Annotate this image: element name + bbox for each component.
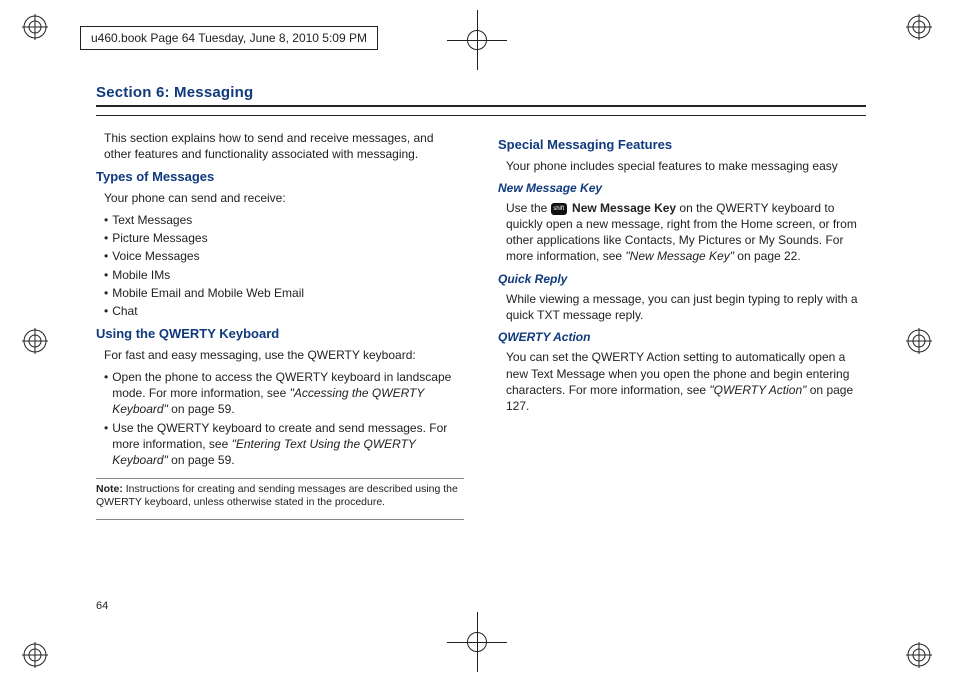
quick-reply-paragraph: While viewing a message, you can just be… — [506, 291, 866, 323]
new-message-key-paragraph: Use the shift New Message Key on the QWE… — [506, 200, 866, 265]
page-number: 64 — [96, 600, 108, 612]
bullet-icon: • — [104, 248, 108, 264]
shift-key-icon: shift — [551, 203, 567, 215]
registration-mark-bottom-right — [906, 642, 932, 668]
registration-mark-top-left — [22, 14, 48, 40]
registration-mark-mid-left — [22, 328, 48, 354]
types-intro: Your phone can send and receive: — [104, 190, 464, 206]
crosshair-bottom — [447, 612, 507, 672]
heading-special-messaging: Special Messaging Features — [498, 136, 866, 154]
cross-reference: "QWERTY Action" — [709, 383, 806, 397]
list-item-label: Voice Messages — [112, 248, 199, 264]
content-area: Section 6: Messaging This section explai… — [96, 84, 866, 524]
registration-mark-bottom-left — [22, 642, 48, 668]
note-block: Note: Instructions for creating and send… — [96, 483, 464, 509]
pdf-header-text: u460.book Page 64 Tuesday, June 8, 2010 … — [91, 31, 367, 45]
heading-new-message-key: New Message Key — [498, 180, 866, 196]
heading-using-qwerty: Using the QWERTY Keyboard — [96, 325, 464, 343]
pdf-header-box: u460.book Page 64 Tuesday, June 8, 2010 … — [80, 26, 378, 50]
rule-thin — [96, 115, 866, 116]
list-item: •Voice Messages — [104, 248, 464, 264]
list-item: •Picture Messages — [104, 230, 464, 246]
heading-qwerty-action: QWERTY Action — [498, 329, 866, 345]
list-item: •Text Messages — [104, 212, 464, 228]
heading-types-of-messages: Types of Messages — [96, 168, 464, 186]
bullet-icon: • — [104, 212, 108, 228]
special-intro: Your phone includes special features to … — [506, 158, 866, 174]
crosshair-top — [447, 10, 507, 70]
bullet-icon: • — [104, 285, 108, 301]
registration-mark-top-right — [906, 14, 932, 40]
columns: This section explains how to send and re… — [96, 130, 866, 524]
note-rule-top — [96, 478, 464, 479]
qwerty-intro: For fast and easy messaging, use the QWE… — [104, 347, 464, 363]
cross-reference: "New Message Key" — [625, 249, 734, 263]
list-item-label: Text Messages — [112, 212, 192, 228]
bullet-icon: • — [104, 230, 108, 246]
intro-paragraph: This section explains how to send and re… — [104, 130, 464, 162]
section-title: Section 6: Messaging — [96, 84, 866, 101]
column-right: Special Messaging Features Your phone in… — [498, 130, 866, 524]
list-item-body: Open the phone to access the QWERTY keyb… — [112, 369, 464, 418]
page: u460.book Page 64 Tuesday, June 8, 2010 … — [0, 0, 954, 682]
registration-mark-mid-right — [906, 328, 932, 354]
note-label: Note: — [96, 483, 126, 495]
bullet-icon: • — [104, 420, 108, 469]
qwerty-action-paragraph: You can set the QWERTY Action setting to… — [506, 349, 866, 414]
bullet-icon: • — [104, 303, 108, 319]
list-item-label: Mobile IMs — [112, 267, 170, 283]
rule-heavy — [96, 105, 866, 107]
note-text: Instructions for creating and sending me… — [96, 483, 458, 508]
bullet-icon: • — [104, 267, 108, 283]
list-item: •Mobile Email and Mobile Web Email — [104, 285, 464, 301]
list-item: • Use the QWERTY keyboard to create and … — [104, 420, 464, 469]
list-item: • Open the phone to access the QWERTY ke… — [104, 369, 464, 418]
list-item-label: Chat — [112, 303, 137, 319]
column-left: This section explains how to send and re… — [96, 130, 464, 524]
list-item: •Mobile IMs — [104, 267, 464, 283]
note-rule-bottom — [96, 519, 464, 520]
bullet-icon: • — [104, 369, 108, 418]
heading-quick-reply: Quick Reply — [498, 271, 866, 287]
list-item-label: Picture Messages — [112, 230, 207, 246]
list-item-label: Mobile Email and Mobile Web Email — [112, 285, 304, 301]
list-item-body: Use the QWERTY keyboard to create and se… — [112, 420, 464, 469]
new-message-key-label: New Message Key — [569, 201, 676, 215]
list-item: •Chat — [104, 303, 464, 319]
